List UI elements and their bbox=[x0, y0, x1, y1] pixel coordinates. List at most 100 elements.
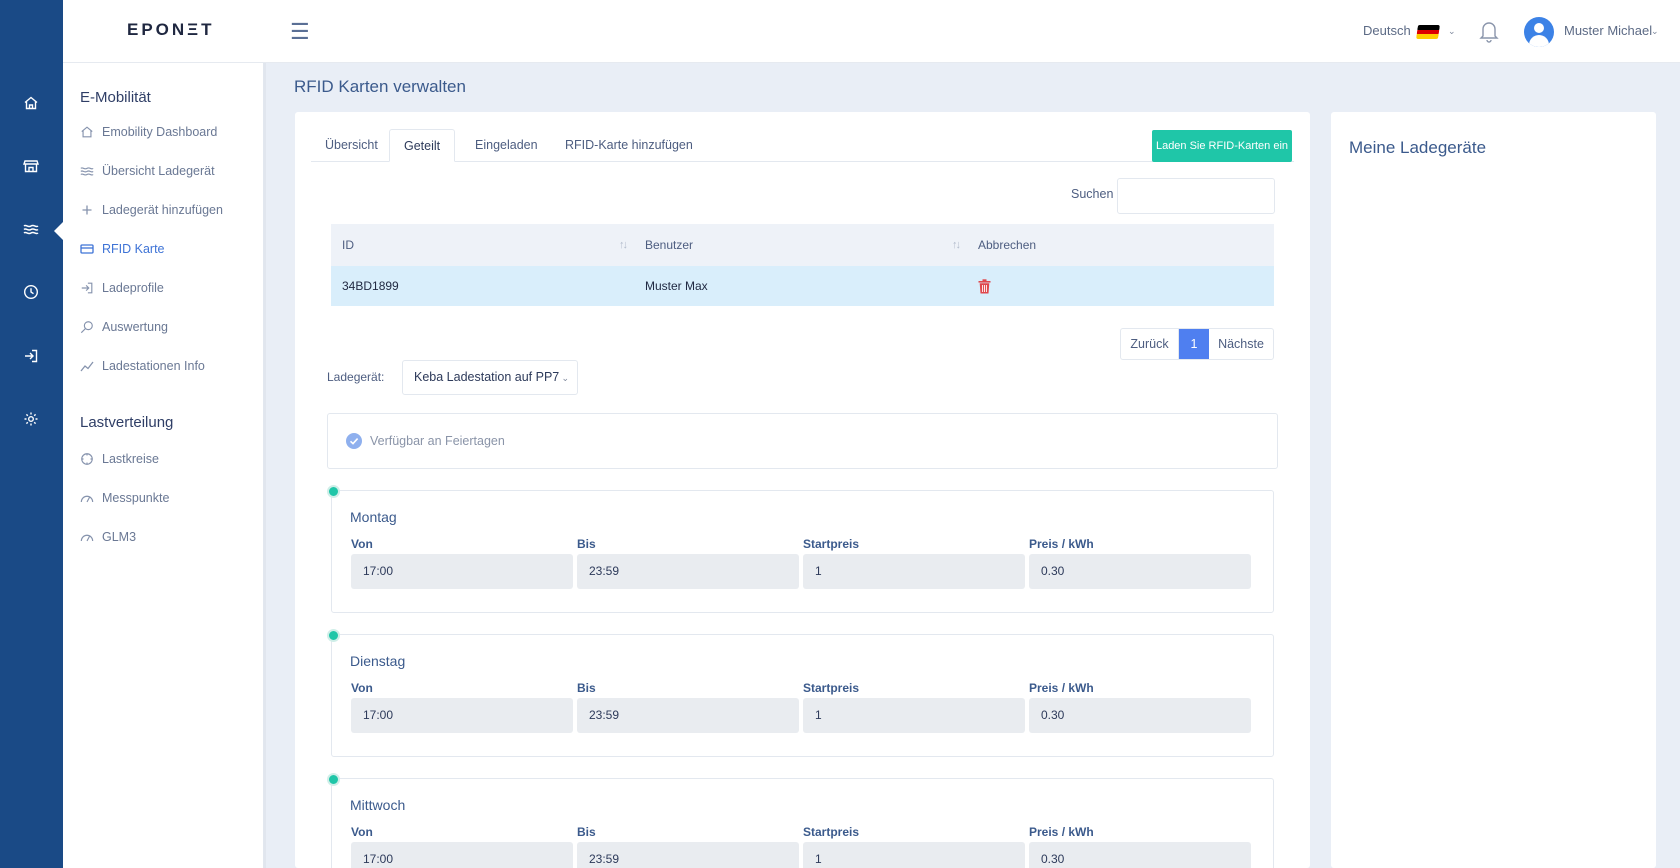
to-label: Bis bbox=[577, 537, 596, 551]
tab-eingeladen[interactable]: Eingeladen bbox=[461, 129, 552, 162]
login-icon[interactable] bbox=[20, 345, 42, 367]
rfid-table: ID ↑↓ Benutzer ↑↓ Abbrechen 34BD1899 Muste… bbox=[331, 224, 1274, 306]
pagination: Zurück 1 Nächste bbox=[1120, 328, 1274, 360]
sidebar-item-emobility-dashboard[interactable]: Emobility Dashboard bbox=[80, 122, 217, 142]
bell-icon[interactable] bbox=[1478, 19, 1500, 43]
store-icon[interactable] bbox=[20, 155, 42, 177]
sidebar-item-label: Ladeprofile bbox=[102, 281, 164, 295]
day-name: Montag bbox=[350, 509, 397, 525]
page-title: RFID Karten verwalten bbox=[294, 77, 466, 96]
chevron-down-icon[interactable]: ⌄ bbox=[1448, 26, 1456, 37]
price-kwh-label: Preis / kWh bbox=[1029, 681, 1094, 695]
table-header: ID ↑↓ Benutzer ↑↓ Abbrechen bbox=[331, 224, 1274, 266]
pagination-page-button[interactable]: 1 bbox=[1179, 329, 1209, 359]
price-kwh-field[interactable]: 0.30 bbox=[1029, 554, 1251, 589]
start-price-field[interactable]: 1 bbox=[803, 698, 1025, 733]
circle-icon bbox=[80, 452, 94, 466]
sidebar-item-lastkreise[interactable]: Lastkreise bbox=[80, 449, 159, 469]
tab-bar: Übersicht Geteilt Eingeladen RFID-Karte … bbox=[311, 129, 1294, 162]
sort-icon[interactable]: ↑↓ bbox=[619, 239, 628, 251]
search-input[interactable] bbox=[1117, 178, 1275, 214]
start-price-field[interactable]: 1 bbox=[803, 842, 1025, 868]
sidebar-item-label: Auswertung bbox=[102, 320, 169, 334]
sidebar-item-label: RFID Karte bbox=[102, 242, 165, 256]
to-label: Bis bbox=[577, 681, 596, 695]
price-kwh-field[interactable]: 0.30 bbox=[1029, 698, 1251, 733]
from-field[interactable]: 17:00 bbox=[351, 698, 573, 733]
charger-label: Ladegerät: bbox=[327, 370, 385, 384]
flag-icon[interactable] bbox=[1416, 25, 1440, 39]
login-icon bbox=[80, 281, 94, 295]
from-label: Von bbox=[351, 537, 373, 551]
trash-icon[interactable] bbox=[978, 278, 991, 294]
tab-geteilt[interactable]: Geteilt bbox=[389, 129, 456, 162]
clock-icon[interactable] bbox=[20, 281, 42, 303]
gauge-icon bbox=[80, 530, 94, 544]
tab-rfid-karte-hinzufuegen[interactable]: RFID-Karte hinzufügen bbox=[551, 129, 707, 162]
timeline-dot bbox=[327, 773, 340, 786]
sidebar-item-ladestationen-info[interactable]: Ladestationen Info bbox=[80, 356, 205, 376]
holiday-checkbox[interactable] bbox=[346, 433, 362, 449]
pagination-prev-button[interactable]: Zurück bbox=[1121, 329, 1179, 359]
user-name[interactable]: Muster Michael bbox=[1564, 23, 1652, 38]
menu-toggle-icon[interactable]: ☰ bbox=[290, 19, 310, 45]
day-name: Mittwoch bbox=[350, 797, 406, 813]
card-icon bbox=[80, 242, 94, 256]
holiday-box: Verfügbar an Feiertagen bbox=[327, 413, 1278, 469]
to-field[interactable]: 23:59 bbox=[577, 554, 799, 589]
top-bar: EPONΞT ☰ Deutsch ⌄ Muster Michael ⌄ bbox=[63, 0, 1680, 63]
day-name: Dienstag bbox=[350, 653, 406, 669]
search-label: Suchen bbox=[1071, 187, 1114, 201]
sidebar-item-ladeprofile[interactable]: Ladeprofile bbox=[80, 278, 164, 298]
load-rfid-cards-button[interactable]: Laden Sie RFID-Karten ein bbox=[1152, 130, 1292, 162]
to-label: Bis bbox=[577, 825, 596, 839]
sidebar-item-auswertung[interactable]: Auswertung bbox=[80, 317, 168, 337]
sidebar-item-rfid-karte[interactable]: RFID Karte bbox=[80, 239, 165, 259]
to-field[interactable]: 23:59 bbox=[577, 698, 799, 733]
column-header-benutzer[interactable]: Benutzer ↑↓ bbox=[634, 224, 967, 266]
app-logo[interactable]: EPONΞT bbox=[127, 20, 215, 40]
gear-icon[interactable] bbox=[20, 408, 42, 430]
sort-icon[interactable]: ↑↓ bbox=[952, 239, 961, 251]
from-label: Von bbox=[351, 681, 373, 695]
sidebar: E-Mobilität Emobility Dashboard Übersich… bbox=[63, 63, 264, 868]
waves-icon[interactable] bbox=[20, 218, 42, 240]
from-label: Von bbox=[351, 825, 373, 839]
active-indicator bbox=[54, 222, 63, 240]
start-price-field[interactable]: 1 bbox=[803, 554, 1025, 589]
start-price-label: Startpreis bbox=[803, 537, 860, 551]
language-label[interactable]: Deutsch bbox=[1363, 23, 1411, 38]
to-field[interactable]: 23:59 bbox=[577, 842, 799, 868]
icon-rail bbox=[0, 0, 63, 868]
cell-id: 34BD1899 bbox=[342, 279, 399, 293]
sidebar-item-uebersicht-ladegeraet[interactable]: Übersicht Ladegerät bbox=[80, 161, 215, 181]
tab-uebersicht[interactable]: Übersicht bbox=[311, 129, 392, 162]
charger-select[interactable]: Keba Ladestation auf PP7 ⌄ bbox=[402, 360, 578, 395]
day-card-dienstag: Dienstag Von Bis Startpreis Preis / kWh … bbox=[327, 629, 1274, 757]
price-kwh-field[interactable]: 0.30 bbox=[1029, 842, 1251, 868]
section-title-emobility: E-Mobilität bbox=[80, 89, 151, 106]
avatar[interactable] bbox=[1524, 17, 1554, 47]
gauge-icon bbox=[80, 491, 94, 505]
sidebar-item-label: Messpunkte bbox=[102, 491, 170, 505]
sidebar-item-label: Übersicht Ladegerät bbox=[102, 164, 215, 178]
sidebar-item-label: GLM3 bbox=[102, 530, 137, 544]
sidebar-item-messpunkte[interactable]: Messpunkte bbox=[80, 488, 169, 508]
home-icon[interactable] bbox=[20, 92, 42, 114]
my-chargers-title: Meine Ladegeräte bbox=[1349, 138, 1487, 157]
sidebar-item-label: Emobility Dashboard bbox=[102, 125, 218, 139]
timeline-dot bbox=[327, 629, 340, 642]
pagination-next-button[interactable]: Nächste bbox=[1209, 329, 1273, 359]
from-field[interactable]: 17:00 bbox=[351, 554, 573, 589]
from-field[interactable]: 17:00 bbox=[351, 842, 573, 868]
column-header-id[interactable]: ID ↑↓ bbox=[331, 224, 634, 266]
start-price-label: Startpreis bbox=[803, 825, 860, 839]
cell-cancel bbox=[967, 266, 1274, 306]
sidebar-item-ladegeraet-hinzufuegen[interactable]: Ladegerät hinzufügen bbox=[80, 200, 223, 220]
sidebar-item-label: Lastkreise bbox=[102, 452, 159, 466]
column-header-abbrechen: Abbrechen bbox=[967, 224, 1274, 266]
sidebar-item-label: Ladestationen Info bbox=[102, 359, 205, 373]
sidebar-item-glm3[interactable]: GLM3 bbox=[80, 527, 136, 547]
chevron-down-icon[interactable]: ⌄ bbox=[1651, 26, 1659, 37]
table-row[interactable]: 34BD1899 Muster Max bbox=[331, 266, 1274, 306]
